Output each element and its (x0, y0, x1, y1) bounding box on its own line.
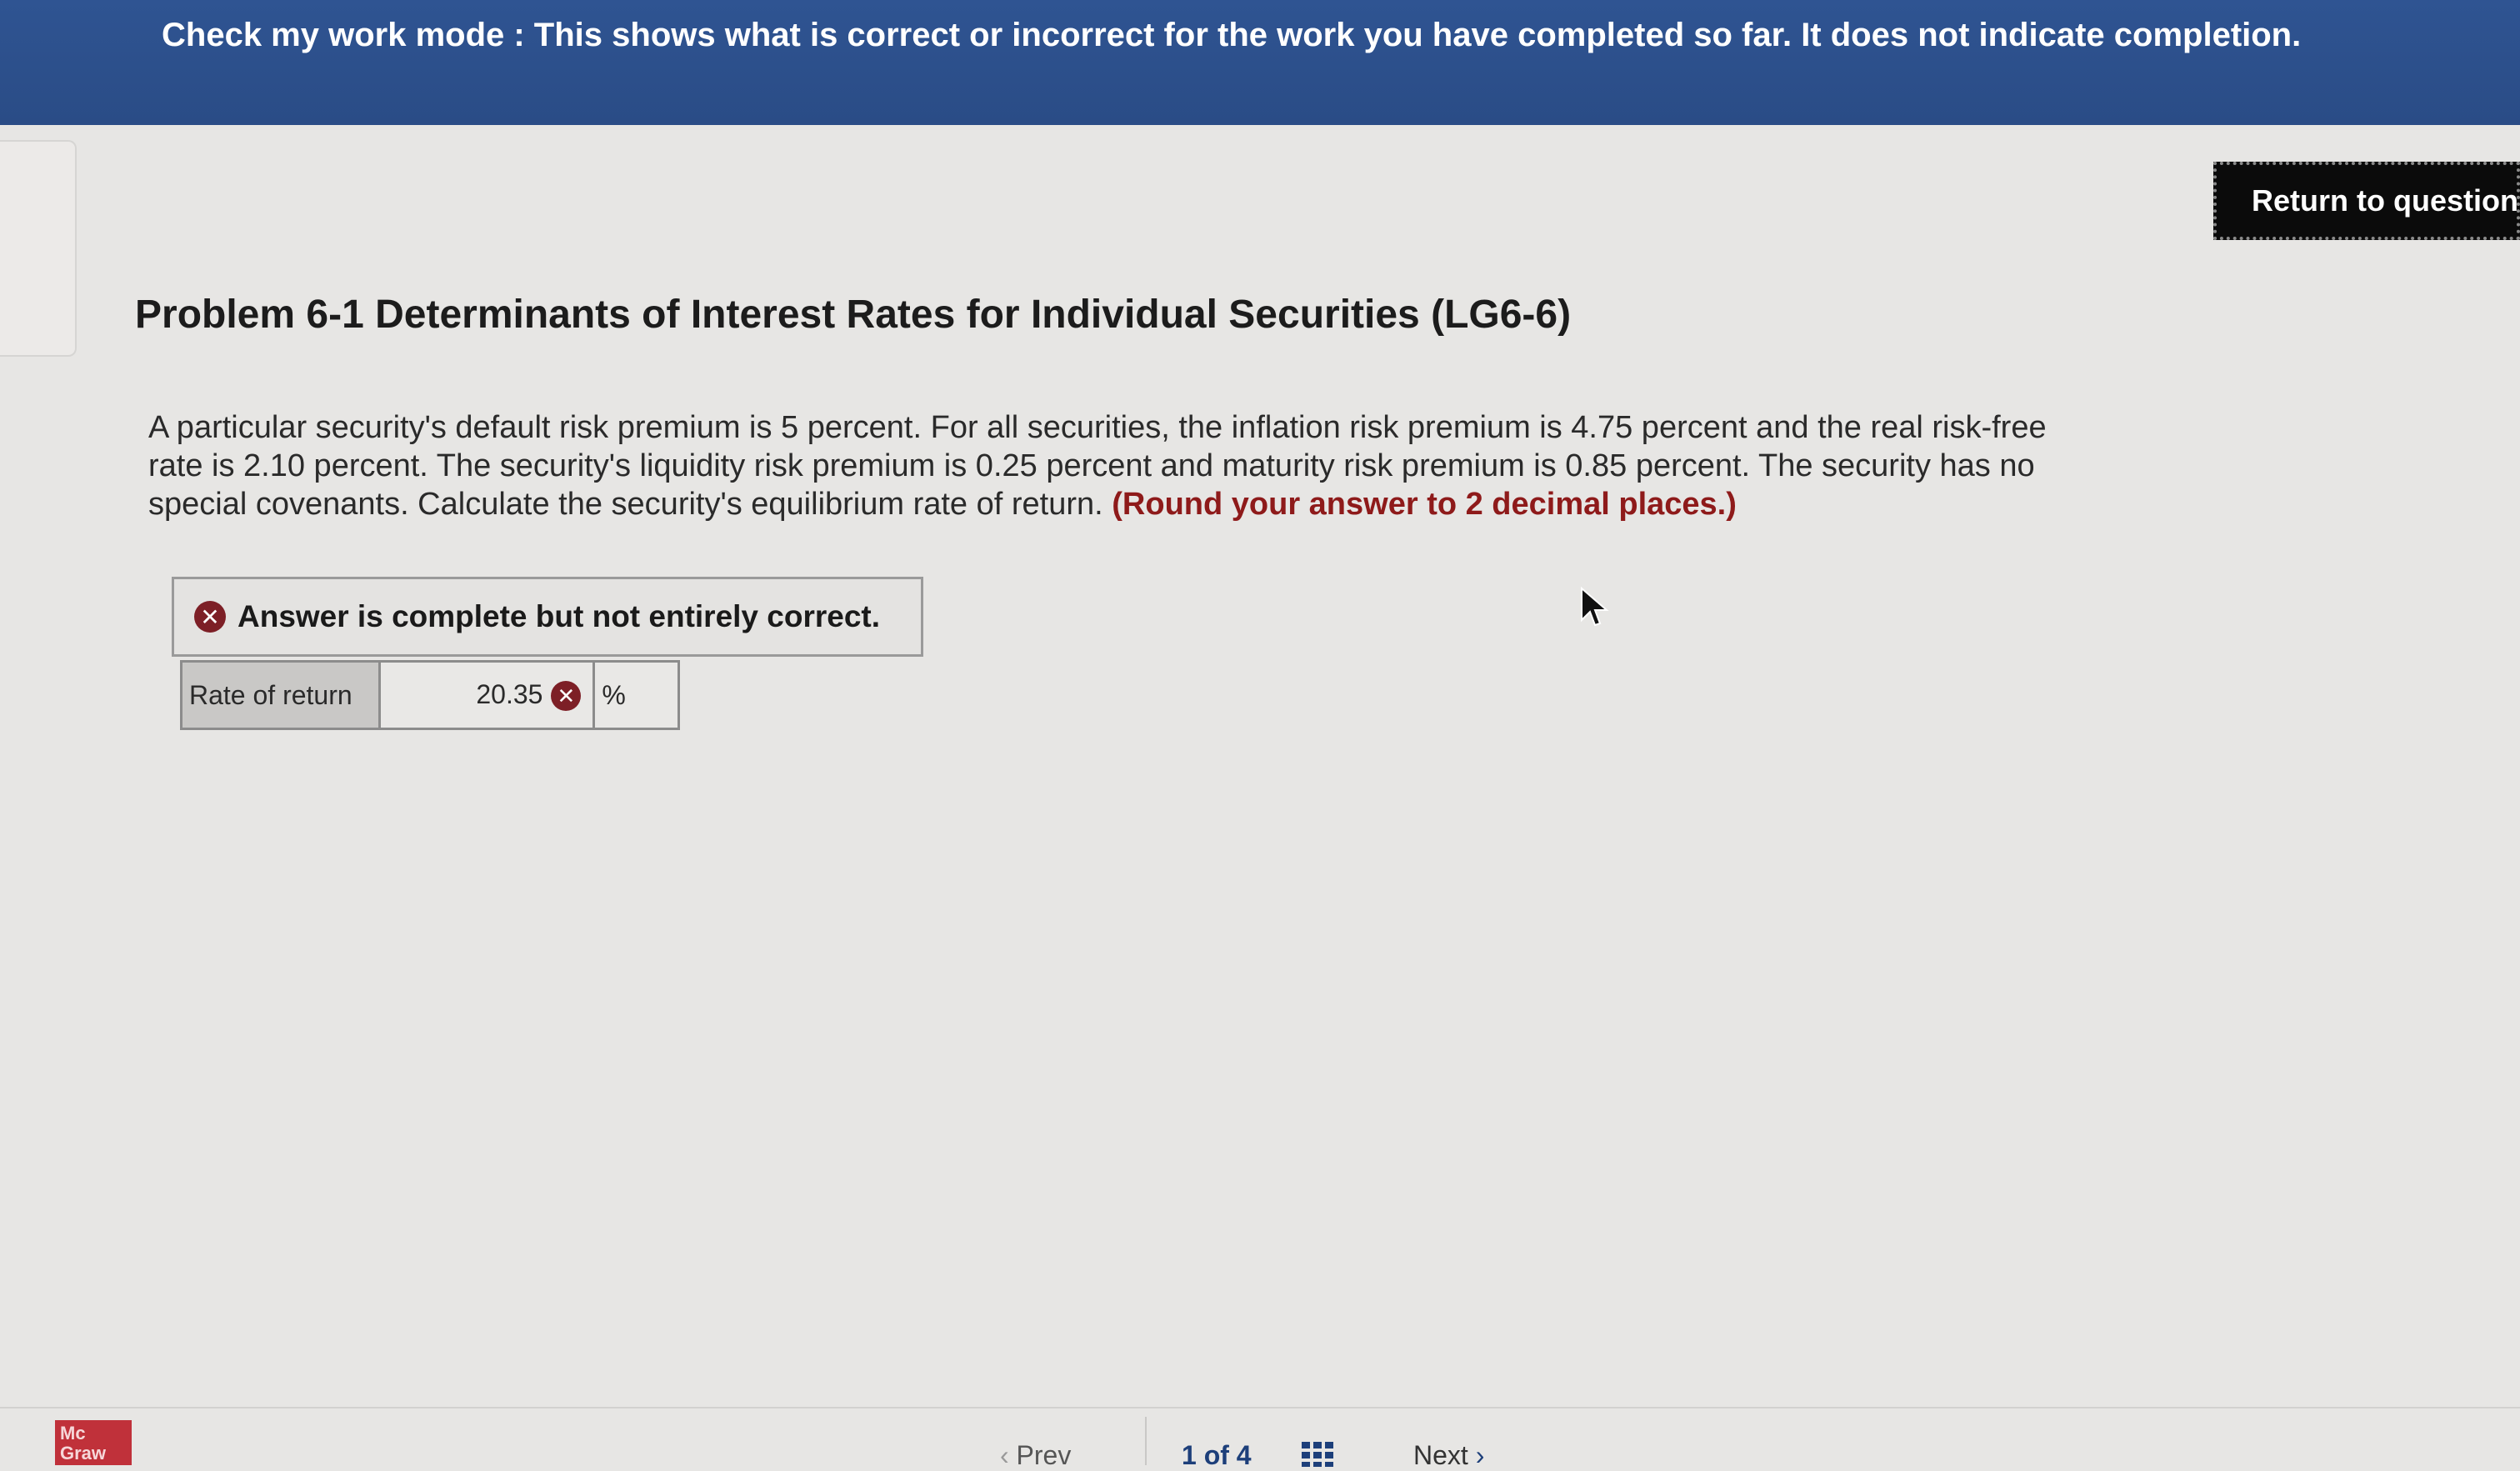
answer-input[interactable]: 20.35 ✕ (378, 660, 596, 730)
chevron-left-icon: ‹ (1000, 1440, 1009, 1470)
check-my-work-banner: Check my work mode : This shows what is … (0, 0, 2520, 125)
return-to-question-button[interactable]: Return to question (2213, 162, 2520, 240)
unit-label: % (592, 660, 680, 730)
pager-divider (1145, 1417, 1147, 1465)
prev-label: Prev (1016, 1440, 1072, 1470)
answer-status-banner: ✕ Answer is complete but not entirely co… (172, 577, 923, 657)
x-circle-icon: ✕ (194, 601, 226, 633)
row-label: Rate of return (179, 660, 382, 730)
rounding-hint: (Round your answer to 2 decimal places.) (1112, 487, 1737, 522)
prev-button[interactable]: ‹ Prev (1000, 1440, 1071, 1471)
problem-body: A particular security's default risk pre… (148, 410, 2047, 522)
answer-value: 20.35 (476, 678, 543, 709)
banner-text: Check my work mode : This shows what is … (162, 17, 2302, 53)
side-tab[interactable] (0, 140, 77, 357)
logo-line-2: Graw (60, 1443, 107, 1463)
page-indicator[interactable]: 1 of 4 (1182, 1440, 1252, 1471)
problem-statement: A particular security's default risk pre… (148, 408, 2098, 523)
next-button[interactable]: Next › (1413, 1440, 1484, 1471)
mouse-cursor-icon (1581, 587, 1609, 627)
grid-icon[interactable] (1302, 1442, 1335, 1467)
problem-title: Problem 6-1 Determinants of Interest Rat… (135, 293, 1572, 337)
answer-status-text: Answer is complete but not entirely corr… (238, 599, 881, 633)
chevron-right-icon: › (1475, 1440, 1485, 1470)
next-label: Next (1413, 1440, 1468, 1470)
answer-table: Rate of return 20.35 ✕ % (179, 660, 680, 730)
incorrect-x-icon: ✕ (551, 681, 582, 712)
logo-line-1: Mc (60, 1423, 86, 1443)
mcgraw-logo: Mc Graw (55, 1420, 132, 1465)
table-row: Rate of return 20.35 ✕ % (179, 660, 680, 730)
footer-divider (0, 1407, 2520, 1408)
